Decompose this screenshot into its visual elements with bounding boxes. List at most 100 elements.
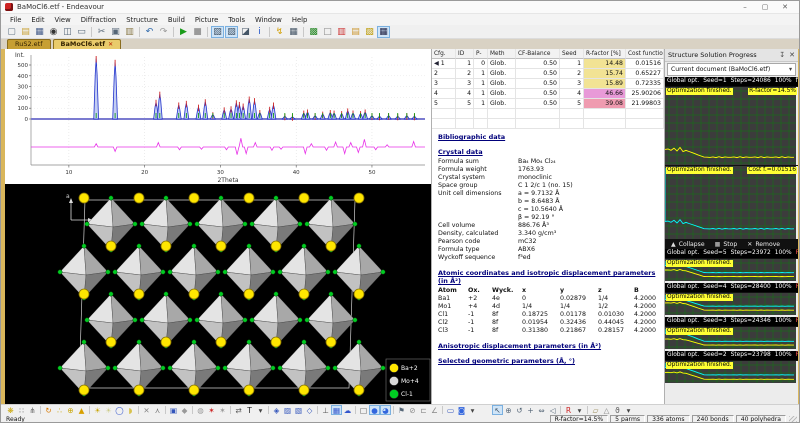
config-cell-cf-balance[interactable]: 0.50 <box>516 69 560 79</box>
tools-dropdown-arrow[interactable]: ▾ <box>623 405 634 415</box>
config-column-header[interactable]: P- <box>474 49 488 59</box>
view-b-axis-icon[interactable]: ▨ <box>282 405 293 415</box>
config-cell-cfg[interactable]: ◀ 1 <box>432 59 456 69</box>
config-cell-r-factor[interactable]: 46.66 <box>584 89 626 99</box>
menu-item-picture[interactable]: Picture <box>190 16 223 24</box>
crystal-structure-view[interactable]: acBa+2Mo+4Cl-1 <box>5 184 431 404</box>
config-cell-p[interactable]: 0 <box>474 59 488 69</box>
green-table-toggle-icon[interactable]: ▩ <box>307 26 320 38</box>
config-cell-p[interactable]: 1 <box>474 79 488 89</box>
menu-item-view[interactable]: View <box>50 16 76 24</box>
text-label-icon[interactable]: T <box>244 405 255 415</box>
menu-item-structure[interactable]: Structure <box>121 16 163 24</box>
paste-icon[interactable]: ▥ <box>123 26 136 38</box>
progress-panel-toggle-icon[interactable]: ▦ <box>377 26 390 38</box>
resize-grip[interactable] <box>789 416 797 423</box>
start-calculation-icon[interactable]: ▶ <box>177 26 190 38</box>
minimize-button[interactable]: – <box>735 1 755 13</box>
sun-icon[interactable]: ☀ <box>92 405 103 415</box>
config-cell-meth[interactable]: Glob. <box>488 59 516 69</box>
rotate-view-icon[interactable]: ↺ <box>514 405 525 415</box>
undo-icon[interactable]: ↶ <box>143 26 156 38</box>
config-cell-p[interactable]: 1 <box>474 69 488 79</box>
info-icon[interactable]: i <box>253 26 266 38</box>
select-arrow-icon[interactable]: ↖ <box>492 405 503 415</box>
diffraction-view-icon[interactable]: ▧ <box>211 26 224 38</box>
config-cell-id[interactable]: 1 <box>456 59 474 69</box>
pale-sun-icon[interactable]: ☀ <box>103 405 114 415</box>
redo-icon[interactable]: ↷ <box>157 26 170 38</box>
config-column-header[interactable]: Cost function <box>626 49 664 59</box>
flag-icon[interactable]: ⚑ <box>396 405 407 415</box>
menu-item-edit[interactable]: Edit <box>26 16 49 24</box>
configuration-table[interactable]: Cfg.IDP-MethCF-BalanceSeedR-factor [%]Co… <box>432 49 664 129</box>
mixed-view-icon[interactable]: ◪ <box>239 26 252 38</box>
yellow-chart-toggle-icon[interactable]: ▤ <box>349 26 362 38</box>
menu-item-tools[interactable]: Tools <box>223 16 250 24</box>
config-cell-p[interactable]: 1 <box>474 89 488 99</box>
pattern-toggle-icon[interactable]: ▨ <box>363 26 376 38</box>
more-dropdown-arrow[interactable]: ▾ <box>467 405 478 415</box>
config-cell-cost[interactable]: 0.01516 <box>626 59 664 69</box>
resize-view-icon[interactable]: ⇔ <box>536 405 547 415</box>
print-icon[interactable]: ▭ <box>75 26 88 38</box>
cut-icon[interactable]: ✂ <box>95 26 108 38</box>
config-cell-cf-balance[interactable]: 0.50 <box>516 99 560 109</box>
config-cell-r-factor[interactable]: 15.89 <box>584 79 626 89</box>
parameters-icon[interactable]: ▦ <box>287 26 300 38</box>
config-column-header[interactable]: Meth <box>488 49 516 59</box>
save-icon[interactable]: ▦ <box>33 26 46 38</box>
red-star-icon[interactable]: ✶ <box>206 405 217 415</box>
config-cell-r-factor[interactable]: 14.48 <box>584 59 626 69</box>
config-cell-seed[interactable]: 1 <box>560 59 584 69</box>
theta-icon[interactable]: ϑ <box>612 405 623 415</box>
depth-cue-icon[interactable]: ▦ <box>331 405 342 415</box>
moon-icon[interactable]: ◗ <box>125 405 136 415</box>
config-cell-meth[interactable]: Glob. <box>488 99 516 109</box>
config-column-header[interactable]: CF-Balance <box>516 49 560 59</box>
crossed-bonds-icon[interactable]: ✕ <box>141 405 152 415</box>
config-cell-seed[interactable]: 4 <box>560 89 584 99</box>
collapse-button[interactable]: ▲Collapse <box>671 241 705 248</box>
menu-item-window[interactable]: Window <box>250 16 287 24</box>
ball-stick-icon[interactable]: ◕ <box>380 405 391 415</box>
lightning-icon[interactable]: ↯ <box>273 26 286 38</box>
gray-sphere-icon[interactable]: ◍ <box>195 405 206 415</box>
new-file-icon[interactable]: ▢ <box>5 26 18 38</box>
zoom-fit-icon[interactable]: ⊕ <box>503 405 514 415</box>
packing-diamond-icon[interactable]: ◆ <box>179 405 190 415</box>
pan-view-icon[interactable]: + <box>525 405 536 415</box>
bond-tree-icon[interactable]: ⋏ <box>152 405 163 415</box>
diffraction-chart-pane[interactable]: Int.010020030040050010203040502Theta <box>5 49 431 184</box>
gray-star-icon[interactable]: ✶ <box>217 405 228 415</box>
measure-distance-icon[interactable]: ⊏ <box>418 405 429 415</box>
measure-angle-icon[interactable]: ∠ <box>429 405 440 415</box>
warning-icon[interactable]: ▲ <box>76 405 87 415</box>
config-column-header[interactable]: R-factor [%] <box>584 49 626 59</box>
config-cell-r-factor[interactable]: 39.08 <box>584 99 626 109</box>
config-cell-cf-balance[interactable]: 0.50 <box>516 89 560 99</box>
document-selector-dropdown[interactable]: Current document (BaMoCl6.etf) ▾ <box>667 63 796 76</box>
snapshot-icon[interactable]: ◙ <box>456 405 467 415</box>
tab-close-icon[interactable]: ✕ <box>108 40 113 49</box>
config-cell-cf-balance[interactable]: 0.50 <box>516 59 560 69</box>
open-file-icon[interactable]: ▤ <box>19 26 32 38</box>
config-cell-cf-balance[interactable]: 0.50 <box>516 79 560 89</box>
view-a-axis-icon[interactable]: ◈ <box>271 405 282 415</box>
triangle-outline-icon[interactable]: △ <box>601 405 612 415</box>
unit-cell-icon[interactable]: ▣ <box>168 405 179 415</box>
atom-style-icon[interactable]: ❋ <box>5 405 16 415</box>
find-icon[interactable]: ◉ <box>47 26 60 38</box>
config-cell-id[interactable]: 4 <box>456 89 474 99</box>
config-cell-meth[interactable]: Glob. <box>488 79 516 89</box>
structure-view-icon[interactable]: ▨ <box>225 26 238 38</box>
menu-item-diffraction[interactable]: Diffraction <box>76 16 122 24</box>
config-cell-meth[interactable]: Glob. <box>488 69 516 79</box>
tab-rus2-etf[interactable]: RuS2.etf <box>7 39 51 49</box>
stop-calculation-icon[interactable]: ■ <box>191 26 204 38</box>
config-column-header[interactable]: ID <box>456 49 474 59</box>
copy-icon[interactable]: ▣ <box>109 26 122 38</box>
config-cell-cfg[interactable]: 3 <box>432 79 456 89</box>
red-chart-toggle-icon[interactable]: ▥ <box>335 26 348 38</box>
r-dropdown-arrow[interactable]: ▾ <box>574 405 585 415</box>
